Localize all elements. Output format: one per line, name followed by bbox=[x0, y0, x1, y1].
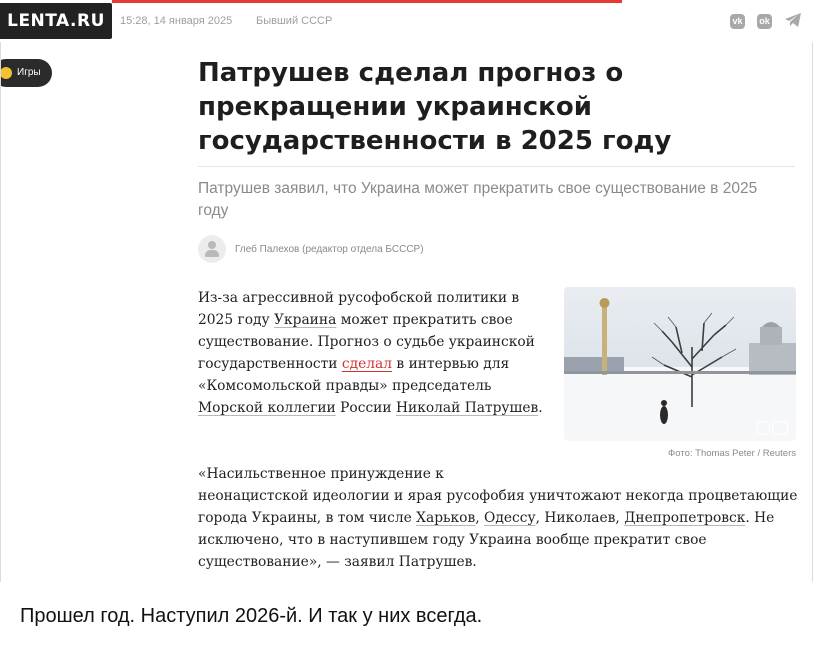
link-patrushev[interactable]: Николай Патрушев bbox=[396, 400, 538, 416]
games-label: Игры bbox=[17, 67, 41, 78]
content-border-left bbox=[0, 42, 1, 582]
article-photo[interactable] bbox=[564, 287, 796, 441]
article-title: Патрушев сделал прогноз о прекращении ук… bbox=[198, 58, 672, 156]
games-button[interactable]: Игры bbox=[0, 59, 52, 87]
games-icon bbox=[0, 67, 12, 79]
site-logo[interactable]: LENTA.RU bbox=[0, 3, 112, 39]
content-border-right bbox=[812, 42, 813, 582]
author-avatar-icon bbox=[198, 235, 226, 263]
link-maritime-board[interactable]: Морской коллегии bbox=[198, 400, 336, 416]
quote-paragraph: «Насильственное принуждение к неонацистск… bbox=[198, 466, 798, 570]
telegram-icon[interactable] bbox=[784, 12, 802, 30]
zoom-icon[interactable] bbox=[756, 421, 770, 435]
ok-icon[interactable]: ok bbox=[757, 14, 772, 29]
link-odessa[interactable]: Одессу bbox=[484, 510, 536, 526]
author-block[interactable]: Глеб Палехов (редактор отдела БСССР) bbox=[198, 235, 424, 263]
vk-icon[interactable]: vk bbox=[730, 14, 745, 29]
photo-caption: Фото: Thomas Peter / Reuters bbox=[668, 448, 796, 459]
rubric-link[interactable]: Бывший СССР bbox=[256, 15, 332, 27]
link-ukraine[interactable]: Украина bbox=[274, 312, 336, 328]
comment-icon[interactable] bbox=[772, 421, 788, 435]
lead-paragraph: Из-за агрессивной русофобской политики в… bbox=[198, 290, 543, 416]
link-kharkov[interactable]: Харьков bbox=[416, 510, 475, 526]
publish-date: 15:28, 14 января 2025 bbox=[120, 15, 233, 27]
header-accent-line bbox=[112, 0, 622, 3]
share-bar: vk ok bbox=[730, 12, 802, 30]
link-made[interactable]: сделал bbox=[342, 356, 392, 372]
article-subtitle: Патрушев заявил, что Украина может прекр… bbox=[198, 180, 758, 219]
user-comment: Прошел год. Наступил 2026-й. И так у них… bbox=[20, 605, 483, 627]
author-name: Глеб Палехов (редактор отдела БСССР) bbox=[235, 243, 424, 255]
divider bbox=[198, 166, 795, 167]
link-dnepropetrovsk[interactable]: Днепропетровск bbox=[624, 510, 745, 526]
